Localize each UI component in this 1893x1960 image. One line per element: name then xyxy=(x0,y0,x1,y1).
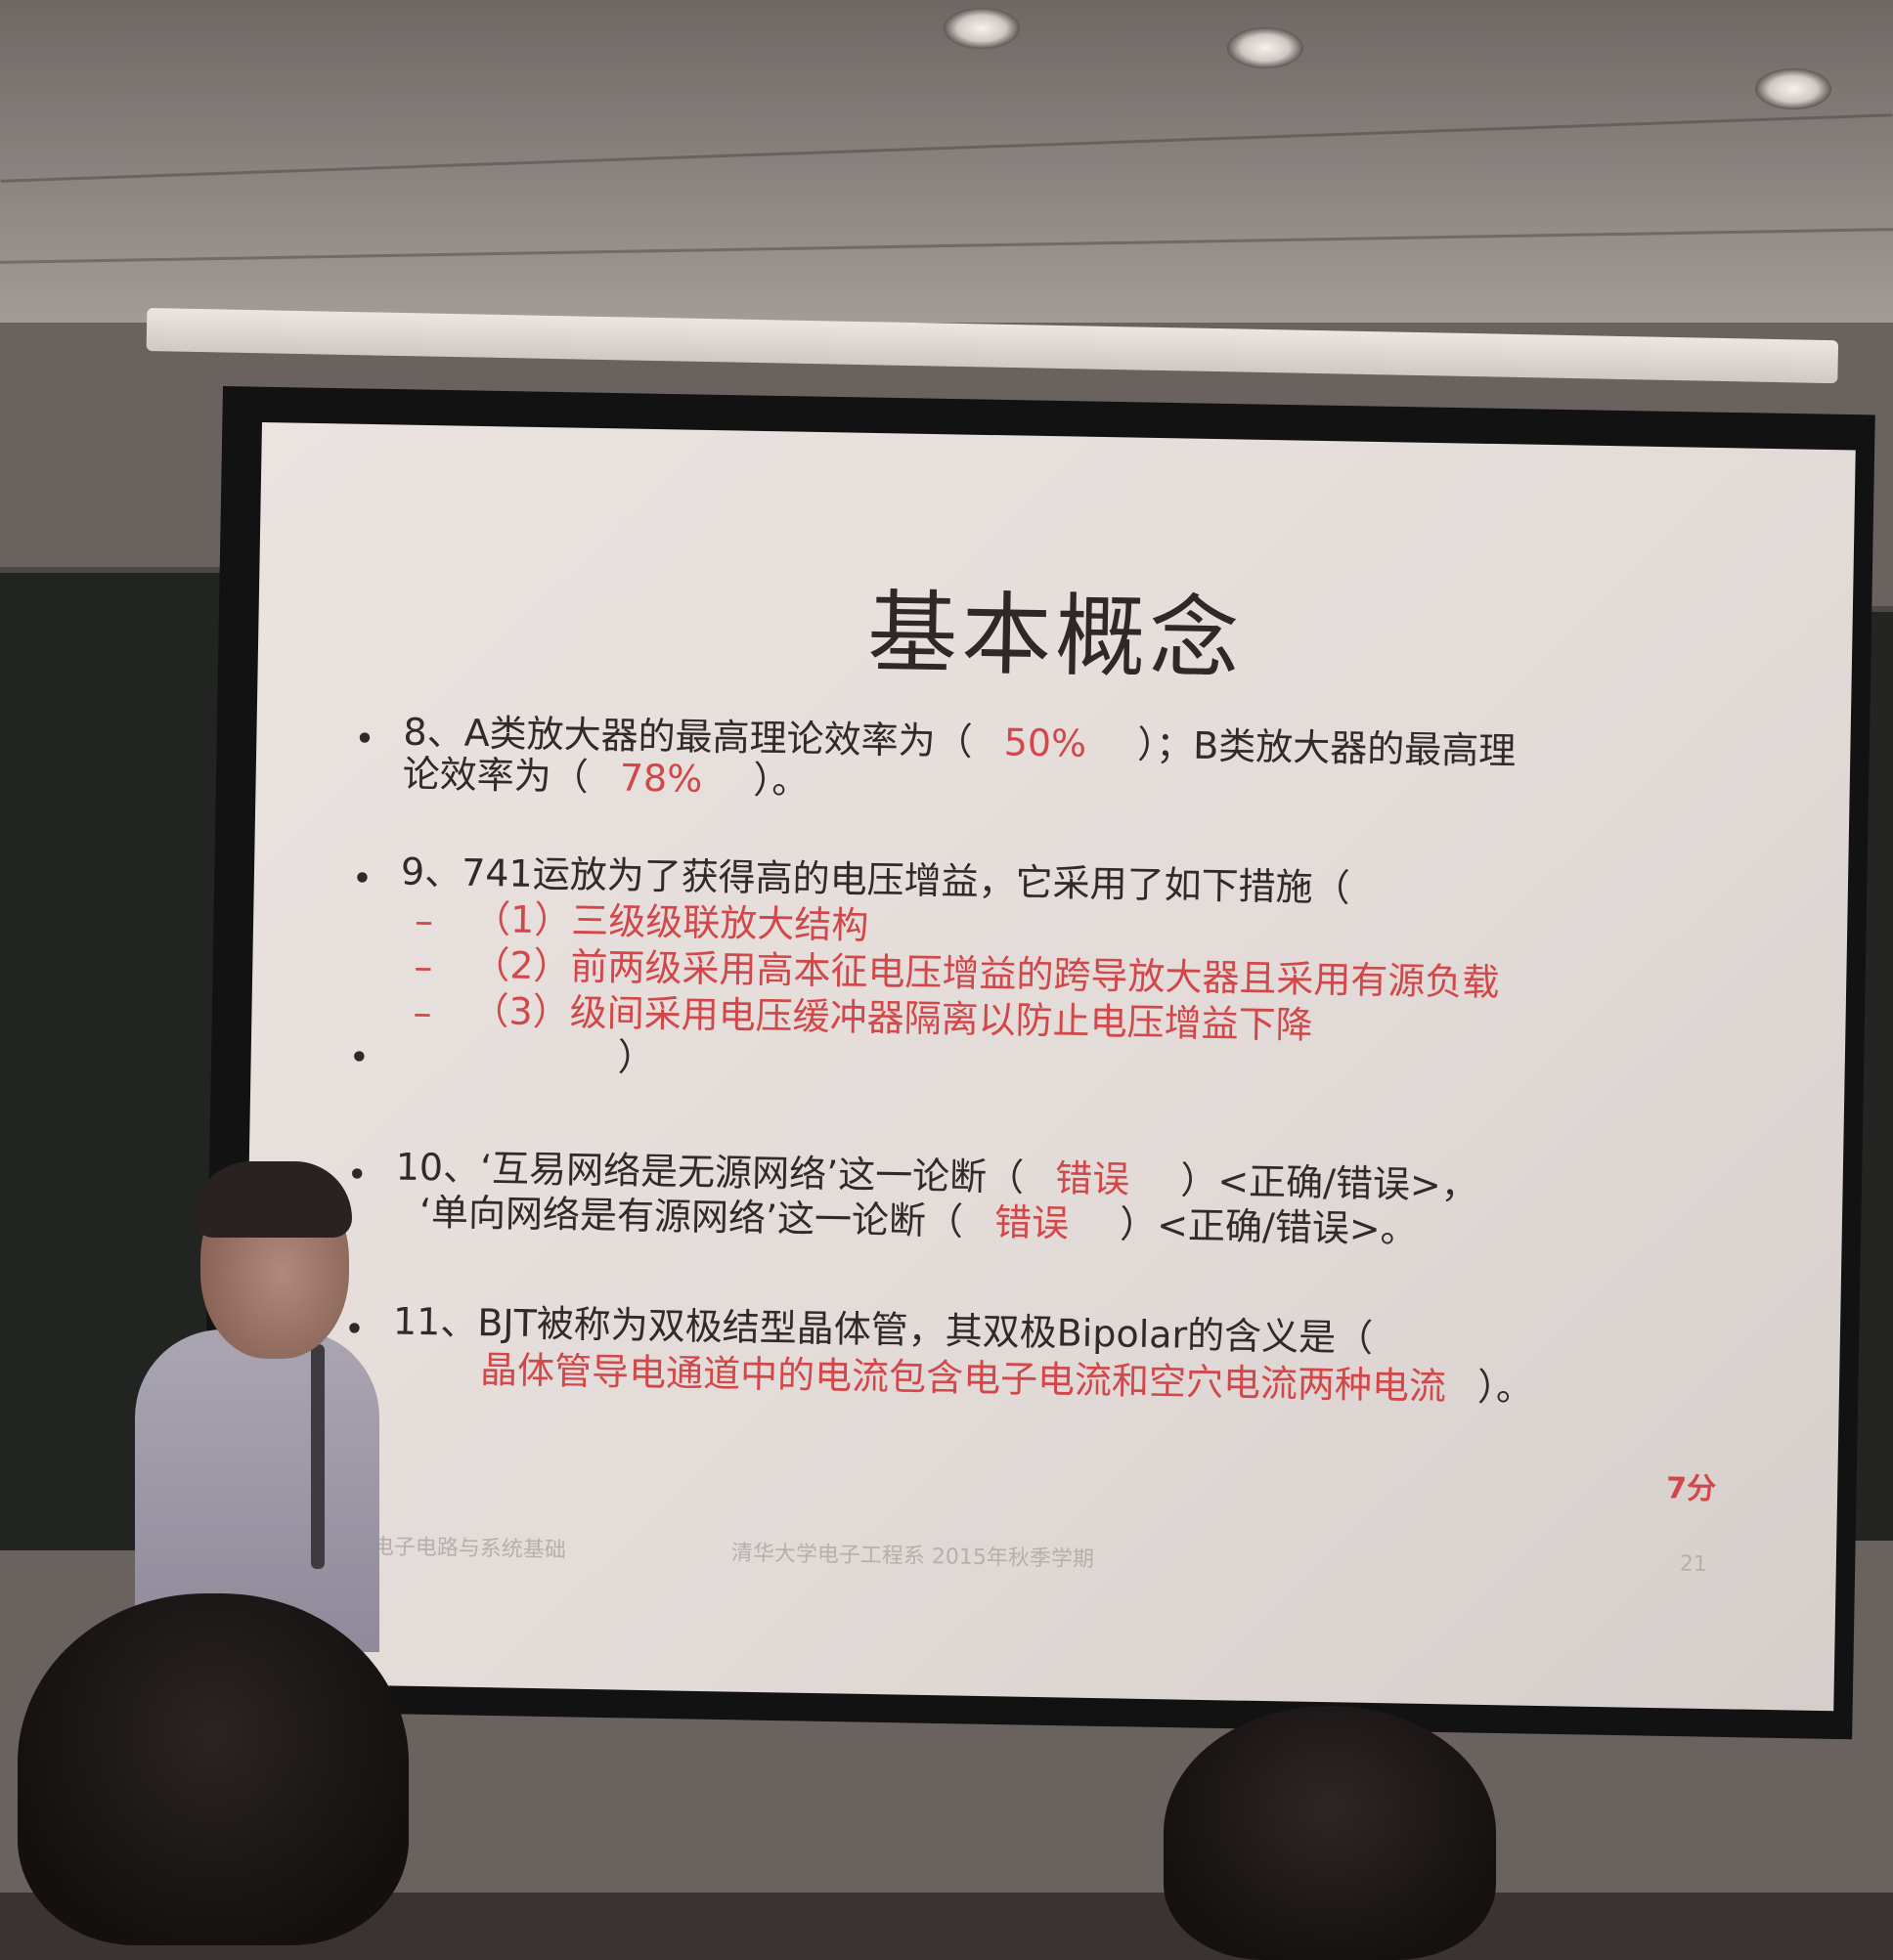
q8-line2: 论效率为（ 78% ）。 xyxy=(402,752,810,803)
q9-item-3: （3）级间采用电压缓冲器隔离以防止电压增益下降 xyxy=(471,988,1313,1047)
q9-closing-paren: ） xyxy=(617,1035,656,1080)
bullet-dot: • xyxy=(343,1309,366,1350)
ceiling xyxy=(0,0,1893,323)
q11-line2-suffix: ）。 xyxy=(1476,1365,1534,1410)
q10-answer-reciprocal: 错误 xyxy=(1054,1156,1130,1201)
slide-title: 基本概念 xyxy=(866,580,1245,692)
ceiling-light xyxy=(1227,27,1303,68)
bullet-dot: • xyxy=(348,1037,371,1079)
lecture-room-scene: 基本概念 • 8、A类放大器的最高理论效率为（ 50% ）；B类放大器的最高理 … xyxy=(0,0,1893,1960)
audience-head-left xyxy=(18,1593,409,1945)
footer-page-number: 21 xyxy=(1679,1551,1708,1577)
q8-answer-class-a: 50% xyxy=(1003,720,1087,765)
q10-line1-suffix: ）<正确/错误>， xyxy=(1179,1158,1479,1207)
q10-answer-unilateral: 错误 xyxy=(993,1200,1070,1245)
q11-line2: 晶体管导电通道中的电流包含电子电流和空穴电流两种电流 ）。 xyxy=(480,1348,1534,1410)
q8-line2-prefix: 论效率为（ xyxy=(402,752,590,799)
bullet-dot: • xyxy=(346,1154,369,1196)
audience-head-right xyxy=(1164,1706,1496,1960)
bullet-dot: • xyxy=(351,858,374,900)
ceiling-tile-line xyxy=(0,228,1893,264)
lecturer-hair xyxy=(194,1161,352,1238)
q9-item-1: （1）三级级联放大结构 xyxy=(472,896,869,947)
projected-slide: 基本概念 • 8、A类放大器的最高理论效率为（ 50% ）；B类放大器的最高理 … xyxy=(240,422,1856,1712)
footer-department: 清华大学电子工程系 2015年秋季学期 xyxy=(730,1541,1095,1573)
dash-marker: – xyxy=(413,944,433,989)
ceiling-tile-line xyxy=(0,113,1893,183)
q8-answer-class-b: 78% xyxy=(619,756,703,801)
ceiling-light xyxy=(1755,68,1831,109)
score-label: 7分 xyxy=(1665,1471,1717,1507)
q8-line2-suffix: ）。 xyxy=(752,758,810,803)
lecturer-lanyard xyxy=(311,1344,325,1569)
q10-line2-suffix: ）<正确/错误>。 xyxy=(1119,1202,1419,1251)
q8-line1-suffix: ）；B类放大器的最高理 xyxy=(1136,722,1517,773)
ceiling-light xyxy=(944,8,1020,49)
bullet-dot: • xyxy=(353,719,375,761)
dash-marker: – xyxy=(414,898,434,943)
dash-marker: – xyxy=(413,990,432,1035)
q10-line2-prefix: ‘单向网络是有源网络’这一论断（ xyxy=(418,1190,964,1243)
